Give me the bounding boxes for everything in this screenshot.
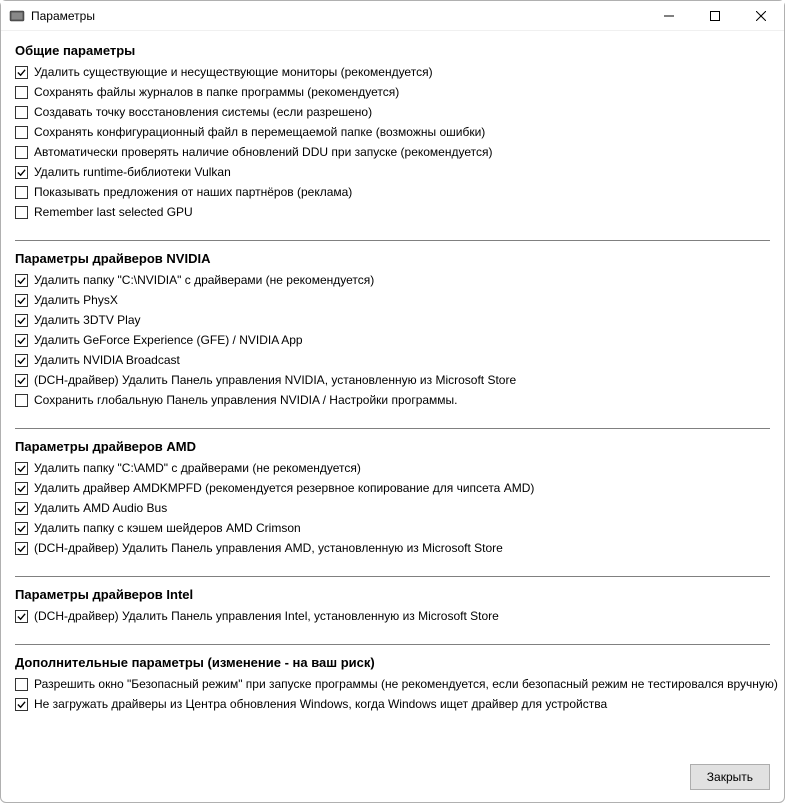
nvidia-option-5[interactable]: (DCH-драйвер) Удалить Панель управления … — [15, 370, 770, 390]
general-option-7[interactable]: Remember last selected GPU — [15, 202, 770, 222]
checkbox[interactable] — [15, 374, 28, 387]
checkbox[interactable] — [15, 314, 28, 327]
checkbox[interactable] — [15, 126, 28, 139]
amd-option-4[interactable]: (DCH-драйвер) Удалить Панель управления … — [15, 538, 770, 558]
checkbox[interactable] — [15, 146, 28, 159]
option-label: Сохранять конфигурационный файл в переме… — [34, 125, 485, 139]
divider — [15, 428, 770, 429]
option-label: Удалить GeForce Experience (GFE) / NVIDI… — [34, 333, 303, 347]
checkbox[interactable] — [15, 66, 28, 79]
nvidia-option-0[interactable]: Удалить папку "C:\NVIDIA" с драйверами (… — [15, 270, 770, 290]
option-label: Создавать точку восстановления системы (… — [34, 105, 372, 119]
amd-option-2[interactable]: Удалить AMD Audio Bus — [15, 498, 770, 518]
maximize-button[interactable] — [692, 1, 738, 31]
general-option-6[interactable]: Показывать предложения от наших партнёро… — [15, 182, 770, 202]
checkbox[interactable] — [15, 274, 28, 287]
option-label: Сохранять файлы журналов в папке програм… — [34, 85, 399, 99]
nvidia-option-2[interactable]: Удалить 3DTV Play — [15, 310, 770, 330]
window-title: Параметры — [31, 9, 646, 23]
option-label: Удалить папку "C:\NVIDIA" с драйверами (… — [34, 273, 374, 287]
advanced-option-1[interactable]: Не загружать драйверы из Центра обновлен… — [15, 694, 770, 714]
section-amd-title: Параметры драйверов AMD — [15, 439, 770, 454]
amd-option-0[interactable]: Удалить папку "C:\AMD" с драйверами (не … — [15, 458, 770, 478]
checkbox[interactable] — [15, 522, 28, 535]
checkbox[interactable] — [15, 106, 28, 119]
general-option-0[interactable]: Удалить существующие и несуществующие мо… — [15, 62, 770, 82]
intel-option-0[interactable]: (DCH-драйвер) Удалить Панель управления … — [15, 606, 770, 626]
advanced-option-0[interactable]: Разрешить окно "Безопасный режим" при за… — [15, 674, 770, 694]
general-option-4[interactable]: Автоматически проверять наличие обновлен… — [15, 142, 770, 162]
section-advanced: Дополнительные параметры (изменение - на… — [15, 655, 770, 714]
checkbox[interactable] — [15, 678, 28, 691]
section-nvidia: Параметры драйверов NVIDIA Удалить папку… — [15, 251, 770, 410]
checkbox[interactable] — [15, 462, 28, 475]
checkbox[interactable] — [15, 394, 28, 407]
checkbox[interactable] — [15, 610, 28, 623]
section-nvidia-title: Параметры драйверов NVIDIA — [15, 251, 770, 266]
titlebar: Параметры — [1, 1, 784, 31]
checkbox[interactable] — [15, 206, 28, 219]
section-advanced-title: Дополнительные параметры (изменение - на… — [15, 655, 770, 670]
checkbox[interactable] — [15, 166, 28, 179]
option-label: (DCH-драйвер) Удалить Панель управления … — [34, 609, 499, 623]
close-dialog-button[interactable]: Закрыть — [690, 764, 770, 790]
section-intel: Параметры драйверов Intel (DCH-драйвер) … — [15, 587, 770, 626]
option-label: Показывать предложения от наших партнёро… — [34, 185, 352, 199]
checkbox[interactable] — [15, 334, 28, 347]
option-label: Удалить PhysX — [34, 293, 118, 307]
content-area: Общие параметры Удалить существующие и н… — [1, 31, 784, 754]
nvidia-option-3[interactable]: Удалить GeForce Experience (GFE) / NVIDI… — [15, 330, 770, 350]
checkbox[interactable] — [15, 354, 28, 367]
option-label: Удалить NVIDIA Broadcast — [34, 353, 180, 367]
minimize-button[interactable] — [646, 1, 692, 31]
general-option-2[interactable]: Создавать точку восстановления системы (… — [15, 102, 770, 122]
general-option-1[interactable]: Сохранять файлы журналов в папке програм… — [15, 82, 770, 102]
nvidia-option-6[interactable]: Сохранить глобальную Панель управления N… — [15, 390, 770, 410]
app-icon — [9, 8, 25, 24]
divider — [15, 576, 770, 577]
option-label: Разрешить окно "Безопасный режим" при за… — [34, 677, 778, 691]
option-label: (DCH-драйвер) Удалить Панель управления … — [34, 541, 503, 555]
section-general-title: Общие параметры — [15, 43, 770, 58]
option-label: Удалить runtime-библиотеки Vulkan — [34, 165, 231, 179]
checkbox[interactable] — [15, 502, 28, 515]
nvidia-option-4[interactable]: Удалить NVIDIA Broadcast — [15, 350, 770, 370]
option-label: Удалить существующие и несуществующие мо… — [34, 65, 433, 79]
option-label: Удалить папку "C:\AMD" с драйверами (не … — [34, 461, 361, 475]
checkbox[interactable] — [15, 294, 28, 307]
option-label: (DCH-драйвер) Удалить Панель управления … — [34, 373, 516, 387]
divider — [15, 240, 770, 241]
section-general: Общие параметры Удалить существующие и н… — [15, 43, 770, 222]
option-label: Сохранить глобальную Панель управления N… — [34, 393, 458, 407]
section-amd: Параметры драйверов AMD Удалить папку "C… — [15, 439, 770, 558]
section-intel-title: Параметры драйверов Intel — [15, 587, 770, 602]
option-label: Автоматически проверять наличие обновлен… — [34, 145, 492, 159]
close-button[interactable] — [738, 1, 784, 31]
checkbox[interactable] — [15, 482, 28, 495]
checkbox[interactable] — [15, 542, 28, 555]
checkbox[interactable] — [15, 86, 28, 99]
checkbox[interactable] — [15, 186, 28, 199]
nvidia-option-1[interactable]: Удалить PhysX — [15, 290, 770, 310]
checkbox[interactable] — [15, 698, 28, 711]
option-label: Удалить 3DTV Play — [34, 313, 141, 327]
option-label: Remember last selected GPU — [34, 205, 193, 219]
option-label: Удалить папку с кэшем шейдеров AMD Crims… — [34, 521, 301, 535]
general-option-3[interactable]: Сохранять конфигурационный файл в переме… — [15, 122, 770, 142]
divider — [15, 644, 770, 645]
option-label: Не загружать драйверы из Центра обновлен… — [34, 697, 607, 711]
amd-option-1[interactable]: Удалить драйвер AMDKMPFD (рекомендуется … — [15, 478, 770, 498]
amd-option-3[interactable]: Удалить папку с кэшем шейдеров AMD Crims… — [15, 518, 770, 538]
option-label: Удалить AMD Audio Bus — [34, 501, 167, 515]
general-option-5[interactable]: Удалить runtime-библиотеки Vulkan — [15, 162, 770, 182]
footer: Закрыть — [1, 754, 784, 802]
option-label: Удалить драйвер AMDKMPFD (рекомендуется … — [34, 481, 534, 495]
